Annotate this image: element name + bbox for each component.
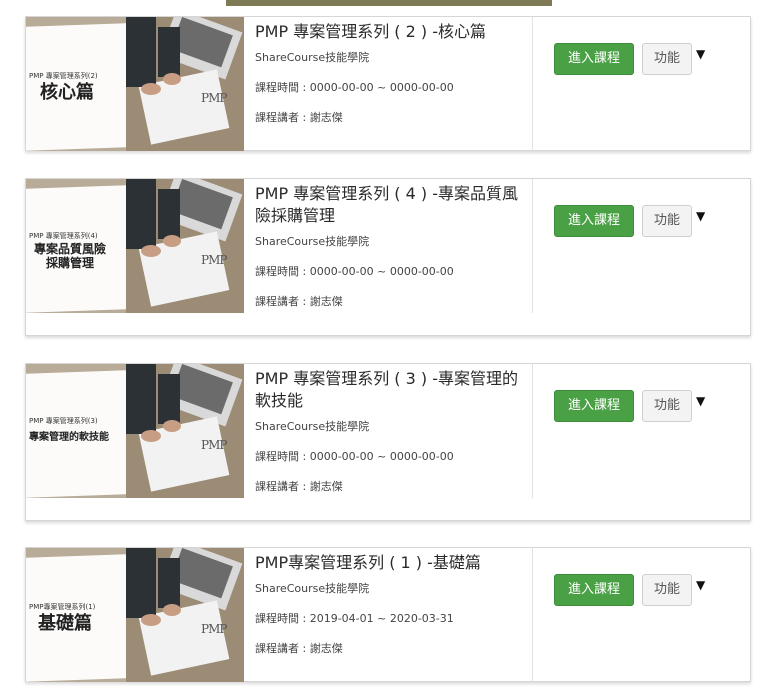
- card-divider: [532, 179, 533, 313]
- course-title[interactable]: PMP 專案管理系列 ( 3 ) -專案管理的軟技能: [255, 368, 525, 412]
- course-title[interactable]: PMP專案管理系列 ( 1 ) -基礎篇: [255, 552, 525, 574]
- thumbnail-pmp-logo: PMP: [201, 91, 227, 105]
- course-organization: ShareCourse技能學院: [255, 582, 370, 595]
- course-thumbnail[interactable]: PMP 專案管理系列(3) 專案管理的軟技能 PMP: [26, 364, 244, 498]
- course-card: PMP專案管理系列(1) 基礎篇 PMP PMP專案管理系列 ( 1 ) -基礎…: [25, 547, 751, 682]
- thumbnail-series-label: PMP專案管理系列(1): [29, 603, 96, 611]
- enter-course-button[interactable]: 進入課程: [554, 205, 634, 237]
- thumbnail-title: 專案品質風險 採購管理: [34, 242, 107, 270]
- course-title[interactable]: PMP 專案管理系列 ( 2 ) -核心篇: [255, 21, 525, 43]
- function-button[interactable]: 功能: [642, 43, 692, 75]
- course-info: PMP 專案管理系列 ( 4 ) -專案品質風險採購管理 ShareCourse…: [255, 183, 525, 309]
- card-divider: [532, 364, 533, 498]
- caret-down-icon[interactable]: ▼: [696, 47, 705, 61]
- enter-course-button[interactable]: 進入課程: [554, 390, 634, 422]
- thumbnail-series-label: PMP 專案管理系列(3): [29, 417, 98, 425]
- course-period: 課程時間 : 0000-00-00 ~ 0000-00-00: [255, 265, 454, 278]
- card-divider: [532, 548, 533, 682]
- enter-course-button[interactable]: 進入課程: [554, 43, 634, 75]
- course-teacher: 課程講者 : 謝志傑: [255, 480, 343, 493]
- course-teacher: 課程講者 : 謝志傑: [255, 642, 343, 655]
- course-organization: ShareCourse技能學院: [255, 51, 370, 64]
- caret-down-icon[interactable]: ▼: [696, 578, 705, 592]
- course-teacher: 課程講者 : 謝志傑: [255, 295, 343, 308]
- course-teacher: 課程講者 : 謝志傑: [255, 111, 343, 124]
- course-thumbnail[interactable]: PMP專案管理系列(1) 基礎篇 PMP: [26, 548, 244, 682]
- course-title[interactable]: PMP 專案管理系列 ( 4 ) -專案品質風險採購管理: [255, 183, 525, 227]
- course-period: 課程時間 : 0000-00-00 ~ 0000-00-00: [255, 81, 454, 94]
- thumbnail-series-label: PMP 專案管理系列(2): [29, 72, 98, 80]
- course-card: PMP 專案管理系列(3) 專案管理的軟技能 PMP PMP 專案管理系列 ( …: [25, 363, 751, 521]
- card-divider: [532, 17, 533, 151]
- course-card: PMP 專案管理系列(4) 專案品質風險 採購管理 PMP PMP 專案管理系列…: [25, 178, 751, 336]
- course-period: 課程時間 : 2019-04-01 ~ 2020-03-31: [255, 612, 454, 625]
- function-button[interactable]: 功能: [642, 205, 692, 237]
- course-organization: ShareCourse技能學院: [255, 235, 370, 248]
- thumbnail-title: 基礎篇: [38, 613, 92, 634]
- course-thumbnail[interactable]: PMP 專案管理系列(2) 核心篇 PMP: [26, 17, 244, 151]
- course-info: PMP 專案管理系列 ( 3 ) -專案管理的軟技能 ShareCourse技能…: [255, 368, 525, 494]
- course-thumbnail[interactable]: PMP 專案管理系列(4) 專案品質風險 採購管理 PMP: [26, 179, 244, 313]
- course-period: 課程時間 : 0000-00-00 ~ 0000-00-00: [255, 450, 454, 463]
- course-organization: ShareCourse技能學院: [255, 420, 370, 433]
- thumbnail-title: 專案管理的軟技能: [29, 432, 109, 443]
- thumbnail-pmp-logo: PMP: [201, 438, 227, 452]
- thumbnail-title: 核心篇: [40, 82, 94, 103]
- enter-course-button[interactable]: 進入課程: [554, 574, 634, 606]
- top-accent-bar: [226, 0, 552, 6]
- course-card: PMP 專案管理系列(2) 核心篇 PMP PMP 專案管理系列 ( 2 ) -…: [25, 16, 751, 151]
- caret-down-icon[interactable]: ▼: [696, 394, 705, 408]
- thumbnail-series-label: PMP 專案管理系列(4): [29, 232, 98, 240]
- thumbnail-pmp-logo: PMP: [201, 253, 227, 267]
- function-button[interactable]: 功能: [642, 390, 692, 422]
- course-info: PMP 專案管理系列 ( 2 ) -核心篇 ShareCourse技能學院 課程…: [255, 21, 525, 125]
- caret-down-icon[interactable]: ▼: [696, 209, 705, 223]
- course-info: PMP專案管理系列 ( 1 ) -基礎篇 ShareCourse技能學院 課程時…: [255, 552, 525, 656]
- function-button[interactable]: 功能: [642, 574, 692, 606]
- thumbnail-pmp-logo: PMP: [201, 622, 227, 636]
